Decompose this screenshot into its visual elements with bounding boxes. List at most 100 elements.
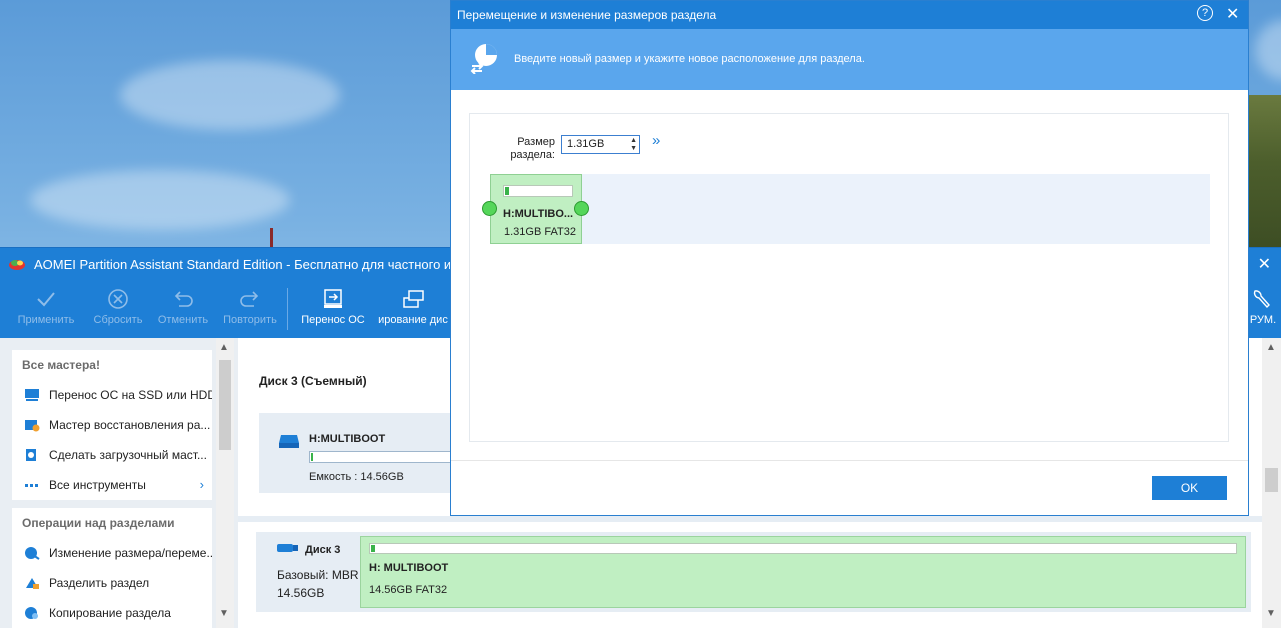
operations-heading: Операции над разделами [22,516,175,530]
bootable-media-icon [26,449,36,461]
apply-label: Применить [17,314,75,326]
partition-size-label: Размер раздела: [510,136,555,161]
disk-row-name: Диск 3 [305,544,341,556]
usb-drive-icon [277,544,298,552]
migrate-os-icon [25,389,39,401]
undo-label: Отменить [157,314,209,326]
redo-icon [240,291,259,307]
check-icon [37,292,55,307]
split-partition-icon [26,578,39,589]
resizable-partition-name: H:MULTIBO... [503,208,574,220]
partition-card-name: H:MULTIBOOT [309,433,386,445]
scroll-down-icon[interactable]: ▼ [219,608,229,619]
disk-partition-block[interactable]: H: MULTIBOOT 14.56GB FAT32 [360,536,1246,608]
dialog-footer: OK [451,460,1248,515]
discard-label: Сбросить [93,314,143,326]
wizard-item-bootable[interactable]: Сделать загрузочный маст... [12,440,212,470]
operation-item-label: Копирование раздела [49,606,171,620]
dialog-banner: Введите новый размер и укажите новое рас… [451,29,1248,90]
toolbar-separator [287,288,288,330]
dialog-body: Размер раздела: 1.31GB ▲ ▼ » H:MULTIBO..… [469,113,1229,442]
main-scrollbar-thumb[interactable] [1265,468,1278,492]
chevron-right-icon: › [199,477,204,492]
wrench-icon [1253,290,1270,309]
disk-row-type: Базовый: MBR [277,568,359,582]
dialog-title: Перемещение и изменение размеров раздела [457,8,717,22]
wizard-item-all-tools[interactable]: Все инструменты › [12,470,212,500]
wizard-item-recovery[interactable]: Мастер восстановления ра... [12,410,212,440]
left-sidebar: Все мастера! Перенос ОС на SSD или HDD М… [0,338,238,628]
operation-item-label: Изменение размера/переме... [49,546,212,560]
partition-card-capacity: Емкость : 14.56GB [309,471,404,483]
resizable-partition-block[interactable]: H:MULTIBO... 1.31GB FAT32 [490,174,582,244]
partition-info: 14.56GB FAT32 [369,584,448,596]
more-dots-icon [25,484,38,487]
ok-button[interactable]: OK [1152,476,1227,500]
tools-button[interactable]: РУМ. [1249,280,1277,338]
undo-button[interactable]: Отменить [153,280,213,338]
tools-label: РУМ. [1249,314,1277,326]
resize-dialog: Перемещение и изменение размеров раздела… [450,0,1249,516]
partition-name: H: MULTIBOOT [369,562,449,574]
app-title: AOMEI Partition Assistant Standard Editi… [34,257,452,272]
pane-splitter[interactable] [238,516,1281,522]
migrate-os-button[interactable]: Перенос ОС [298,280,368,338]
operations-panel: Операции над разделами Изменение размера… [12,508,212,628]
main-scrollbar[interactable]: ▲ ▼ [1262,338,1281,628]
resizable-partition-usage-bar [503,185,573,197]
left-scrollbar-thumb[interactable] [219,360,231,450]
redo-label: Повторить [223,314,277,326]
resize-handle-right[interactable] [574,201,589,216]
disk-row[interactable]: Диск 3 Базовый: MBR 14.56GB H: MULTIBOOT… [256,532,1251,612]
wizard-item-label: Все инструменты [49,478,146,492]
operation-item-label: Разделить раздел [49,576,150,590]
undo-icon [174,291,193,307]
drive-icon [279,435,299,448]
migrate-os-label: Перенос ОС [301,314,365,326]
operation-item-copy[interactable]: Копирование раздела [12,598,212,628]
left-scrollbar[interactable]: ▲ ▼ [216,338,234,628]
scroll-down-icon[interactable]: ▼ [1266,608,1276,619]
clone-disk-button[interactable]: ирование дис [376,280,450,338]
dialog-titlebar: Перемещение и изменение размеров раздела… [451,1,1248,29]
clone-disk-label: ирование дис [378,314,448,326]
wizards-panel: Все мастера! Перенос ОС на SSD или HDD М… [12,350,212,500]
wizard-item-label: Перенос ОС на SSD или HDD [49,388,212,402]
partition-layout-strip[interactable]: H:MULTIBO... 1.31GB FAT32 [482,174,1210,244]
disk-row-size: 14.56GB [277,586,325,600]
scroll-up-icon[interactable]: ▲ [1266,342,1276,353]
disk-card-title: Диск 3 (Съемный) [259,374,367,388]
scroll-up-icon[interactable]: ▲ [219,342,229,353]
recovery-icon [25,420,40,432]
apply-button[interactable]: Применить [14,280,78,338]
partition-usage-bar [369,543,1237,554]
resize-partition-icon [25,547,40,560]
migrate-os-icon [324,289,342,308]
partition-card[interactable]: H:MULTIBOOT Емкость : 14.56GB [259,413,459,493]
operation-item-resize[interactable]: Изменение размера/переме... [12,538,212,568]
partition-size-input[interactable]: 1.31GB ▲ ▼ [561,135,640,154]
wizard-item-migrate-os[interactable]: Перенос ОС на SSD или HDD [12,380,212,410]
spin-down-icon[interactable]: ▼ [630,145,637,152]
partition-card-usage-bar [309,451,459,463]
dialog-close-icon[interactable]: ✕ [1226,4,1239,24]
expand-options-icon[interactable]: » [652,132,660,149]
copy-partition-icon [25,607,38,619]
resizable-partition-info: 1.31GB FAT32 [504,226,576,238]
trees-background [1246,95,1281,265]
discard-button[interactable]: Сбросить [88,280,148,338]
redo-button[interactable]: Повторить [218,280,282,338]
wizard-item-label: Сделать загрузочный маст... [49,448,207,462]
spin-up-icon[interactable]: ▲ [630,137,637,144]
cancel-circle-icon [108,289,128,309]
operation-item-split[interactable]: Разделить раздел [12,568,212,598]
clone-disk-icon [403,290,424,308]
help-icon[interactable]: ? [1197,5,1213,21]
wizard-item-label: Мастер восстановления ра... [49,418,211,432]
resize-handle-left[interactable] [482,201,497,216]
app-close-icon[interactable]: ✕ [1258,254,1271,274]
wizards-heading: Все мастера! [22,358,100,372]
partition-size-value[interactable]: 1.31GB [567,138,604,150]
resize-partition-icon [470,44,497,74]
app-logo-icon [9,260,25,270]
